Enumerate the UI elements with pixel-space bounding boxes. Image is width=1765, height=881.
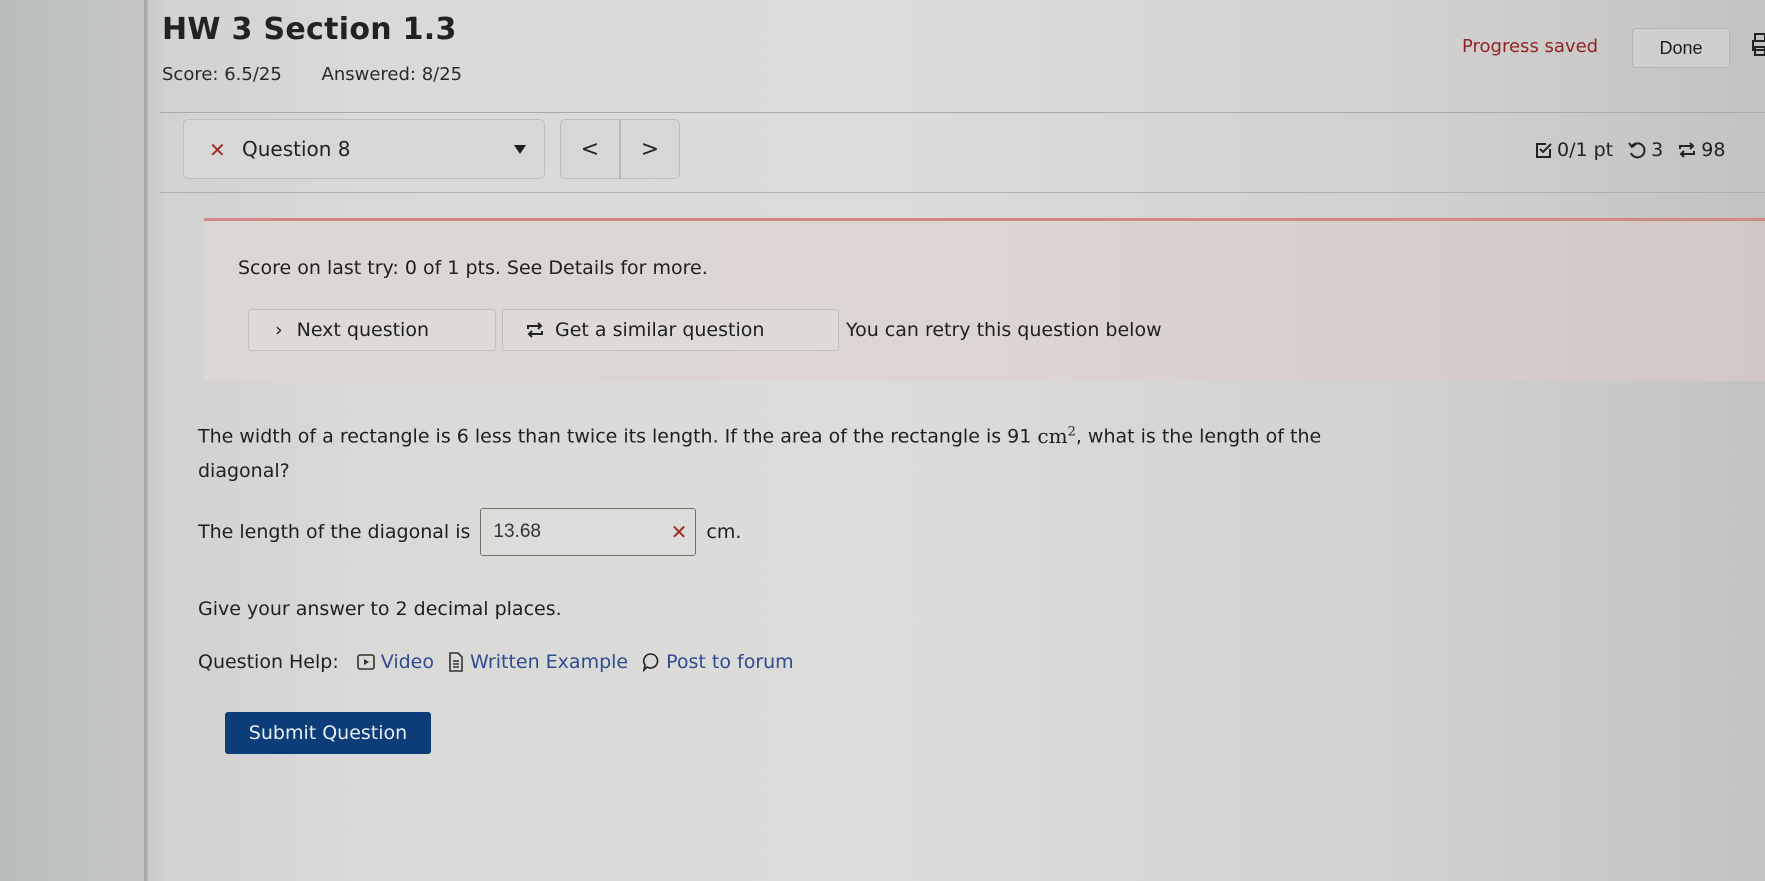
- video-link[interactable]: Video: [356, 651, 434, 673]
- chat-bubble-icon: [642, 653, 659, 672]
- similar-question-button[interactable]: Get a similar question: [502, 309, 839, 351]
- chevron-down-icon: [514, 145, 526, 154]
- post-to-forum-link[interactable]: Post to forum: [642, 651, 794, 673]
- score-text: Score: 6.5/25: [162, 64, 282, 85]
- question-prompt: The width of a rectangle is 6 less than …: [198, 415, 1378, 488]
- points-value: 0/1 pt: [1557, 139, 1614, 161]
- retries-value: 3: [1651, 139, 1664, 161]
- done-button[interactable]: Done: [1632, 28, 1730, 68]
- question-dropdown-label: Question 8: [242, 137, 351, 161]
- answer-input[interactable]: [481, 520, 656, 544]
- versions-value: 98: [1701, 139, 1726, 161]
- repeat-icon: [527, 322, 543, 338]
- unit-text: cm: [1037, 423, 1068, 448]
- feedback-message: Score on last try: 0 of 1 pts. See Detai…: [238, 257, 708, 279]
- answer-row: The length of the diagonal is ✕ cm.: [198, 508, 741, 556]
- written-example-link[interactable]: Written Example: [448, 651, 628, 673]
- chevron-left-icon: <: [580, 136, 600, 162]
- versions-stat: 98: [1677, 139, 1725, 161]
- incorrect-icon: ✕: [670, 520, 688, 544]
- answer-prefix: The length of the diagonal is: [198, 521, 471, 543]
- question-help: Question Help: Video Written Example Pos…: [198, 651, 794, 673]
- video-icon: [356, 654, 375, 670]
- answer-field-wrapper: ✕: [480, 508, 697, 556]
- assignment-meta: Score: 6.5/25 Answered: 8/25: [162, 64, 462, 85]
- answer-unit: cm.: [706, 521, 742, 543]
- answered-text: Answered: 8/25: [321, 64, 463, 85]
- divider: [160, 112, 1765, 113]
- page-title: HW 3 Section 1.3: [162, 12, 457, 47]
- retries-stat: 3: [1627, 139, 1663, 161]
- video-link-label: Video: [380, 651, 434, 673]
- post-to-forum-label: Post to forum: [666, 651, 794, 673]
- question-stats: 0/1 pt 3 98: [1535, 139, 1739, 161]
- undo-icon: [1628, 142, 1646, 159]
- document-icon: [449, 652, 463, 672]
- retry-message: You can retry this question below: [846, 319, 1162, 341]
- x-mark-icon: ✕: [209, 138, 226, 162]
- help-label: Question Help:: [198, 651, 339, 673]
- chevron-right-icon: ›: [275, 319, 283, 341]
- next-question-label: Next question: [296, 319, 429, 341]
- submit-question-button[interactable]: Submit Question: [225, 712, 431, 754]
- previous-question-button[interactable]: <: [560, 119, 620, 179]
- written-example-label: Written Example: [469, 651, 629, 673]
- similar-question-label: Get a similar question: [555, 319, 765, 341]
- progress-status: Progress saved: [1462, 36, 1599, 57]
- unit-exponent: 2: [1067, 424, 1076, 439]
- question-dropdown[interactable]: ✕ Question 8: [183, 119, 545, 179]
- repeat-icon: [1679, 142, 1696, 158]
- instruction-text: Give your answer to 2 decimal places.: [198, 598, 562, 620]
- next-question-nav-button[interactable]: >: [620, 119, 680, 179]
- divider: [160, 192, 1765, 193]
- next-question-button[interactable]: › Next question: [248, 309, 496, 351]
- question-text-part: The width of a rectangle is 6 less than …: [198, 425, 1032, 448]
- chevron-right-icon: >: [640, 136, 660, 162]
- area-unit: cm2: [1037, 424, 1075, 448]
- checkbox-icon: [1536, 143, 1552, 158]
- feedback-panel: Score on last try: 0 of 1 pts. See Detai…: [204, 218, 1765, 381]
- points-stat: 0/1 pt: [1535, 139, 1613, 161]
- sidebar-edge: [144, 0, 148, 881]
- print-icon[interactable]: [1752, 32, 1765, 58]
